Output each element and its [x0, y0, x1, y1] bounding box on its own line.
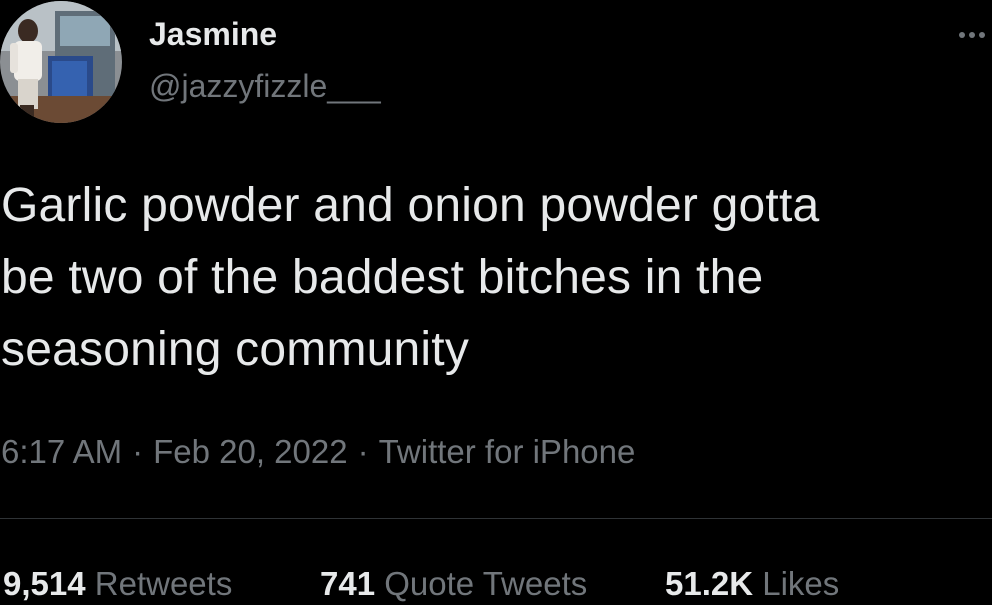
- avatar[interactable]: [0, 1, 122, 123]
- quote-tweets-stat[interactable]: 741 Quote Tweets: [320, 562, 587, 605]
- more-horizontal-icon: [959, 32, 985, 38]
- likes-count: 51.2K: [665, 565, 754, 602]
- tweet-text-line: Garlic powder and onion powder gotta: [1, 179, 820, 232]
- likes-stat[interactable]: 51.2K Likes: [665, 562, 839, 605]
- tweet-date[interactable]: Feb 20, 2022: [153, 433, 348, 470]
- tweet-card: Jasmine @jazzyfizzle___ Garlic powder an…: [0, 0, 992, 605]
- tweet-source[interactable]: Twitter for iPhone: [379, 433, 636, 470]
- tweet-text: Garlic powder and onion powder gotta be …: [1, 170, 986, 386]
- avatar-photo: [0, 1, 122, 123]
- user-handle[interactable]: @jazzyfizzle___: [149, 66, 381, 106]
- divider: [0, 518, 992, 519]
- likes-label: Likes: [762, 565, 840, 602]
- quote-tweets-count: 741: [320, 565, 376, 602]
- retweets-stat[interactable]: 9,514 Retweets: [3, 562, 232, 605]
- quote-tweets-label: Quote Tweets: [384, 565, 588, 602]
- display-name[interactable]: Jasmine: [149, 14, 277, 54]
- retweets-label: Retweets: [94, 565, 233, 602]
- tweet-text-line: seasoning community: [1, 323, 470, 376]
- retweets-count: 9,514: [3, 565, 86, 602]
- meta-separator: ·: [357, 433, 369, 470]
- more-options-button[interactable]: [952, 20, 992, 50]
- meta-separator: ·: [132, 433, 144, 470]
- tweet-time[interactable]: 6:17 AM: [1, 433, 122, 470]
- tweet-meta: 6:17 AM · Feb 20, 2022 · Twitter for iPhone: [1, 430, 635, 474]
- tweet-text-line: be two of the baddest bitches in the: [1, 251, 764, 304]
